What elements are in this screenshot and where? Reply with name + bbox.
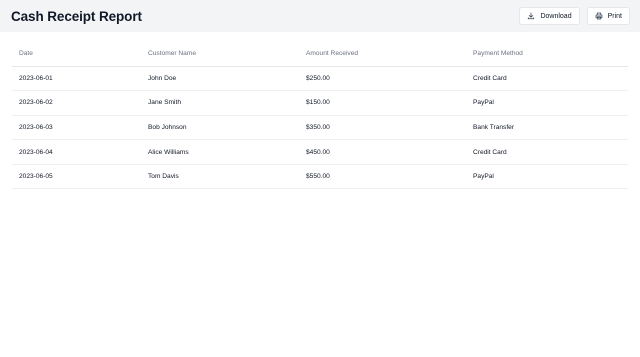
cell-date: 2023-06-01 [12,66,141,92]
download-label: Download [540,12,572,20]
cell-amount: $250.00 [299,66,466,92]
column-header-date: Date [12,42,141,67]
table-row: 2023-06-02 Jane Smith $150.00 PayPal [12,90,628,116]
cell-date: 2023-06-05 [12,164,141,190]
column-header-customer: Customer Name [141,42,299,67]
table-header-row: Date Customer Name Amount Received Payme… [12,42,628,67]
download-icon [528,12,535,20]
column-header-method: Payment Method [466,42,628,67]
print-button[interactable]: Print [586,7,630,25]
cell-date: 2023-06-02 [12,90,141,116]
table-row: 2023-06-03 Bob Johnson $350.00 Bank Tran… [12,115,628,141]
page-header: Cash Receipt Report Download Print [0,0,640,32]
table-row: 2023-06-05 Tom Davis $550.00 PayPal [12,164,628,190]
cell-amount: $350.00 [299,115,466,141]
cell-customer: Alice Williams [141,139,299,165]
header-actions: Download Print [519,7,630,25]
table-row: 2023-06-01 John Doe $250.00 Credit Card [12,66,628,92]
print-label: Print [607,12,622,20]
cell-amount: $550.00 [299,164,466,190]
column-header-amount: Amount Received [299,42,466,67]
cell-method: Credit Card [466,139,628,165]
cell-method: Credit Card [466,66,628,92]
cell-customer: Tom Davis [141,164,299,190]
cell-date: 2023-06-04 [12,139,141,165]
printer-icon [595,12,602,20]
cell-method: Bank Transfer [466,115,628,141]
cell-amount: $450.00 [299,139,466,165]
cell-customer: Bob Johnson [141,115,299,141]
cell-date: 2023-06-03 [12,115,141,141]
download-button[interactable]: Download [519,7,580,25]
cell-customer: Jane Smith [141,90,299,116]
cell-customer: John Doe [141,66,299,92]
report-content: Date Customer Name Amount Received Payme… [0,32,640,190]
cell-method: PayPal [466,90,628,116]
cell-method: PayPal [466,164,628,190]
table-row: 2023-06-04 Alice Williams $450.00 Credit… [12,139,628,165]
page-title: Cash Receipt Report [11,8,142,24]
cell-amount: $150.00 [299,90,466,116]
receipt-table: Date Customer Name Amount Received Payme… [12,42,628,190]
